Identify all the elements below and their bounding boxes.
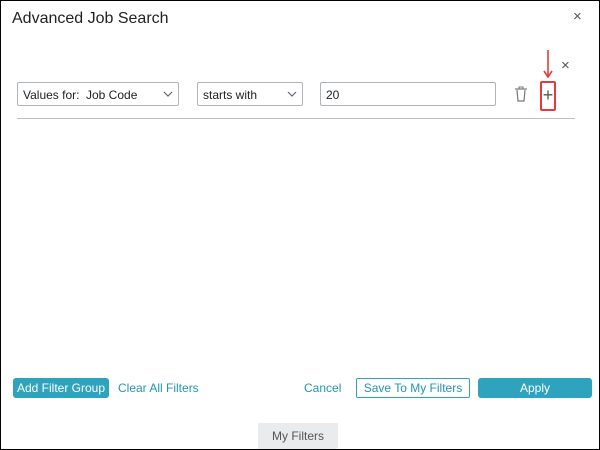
cancel-link[interactable]: Cancel [304, 381, 341, 395]
trash-icon[interactable] [514, 86, 528, 102]
add-filter-group-button[interactable]: Add Filter Group [13, 378, 109, 398]
values-for-label: Values for: [23, 88, 80, 102]
values-for-select[interactable]: Values for: Job Code [17, 82, 179, 106]
filter-value-text: 20 [326, 88, 340, 102]
chevron-down-icon [163, 91, 173, 97]
dialog-close-icon[interactable]: × [573, 8, 582, 26]
clear-all-filters-link[interactable]: Clear All Filters [118, 381, 199, 395]
plus-icon[interactable]: + [542, 85, 554, 105]
operator-selected: starts with [203, 88, 258, 102]
filter-row-divider [17, 118, 575, 119]
dialog-title: Advanced Job Search [12, 10, 169, 27]
arrow-down-icon [543, 50, 553, 79]
my-filters-tab[interactable]: My Filters [258, 423, 338, 449]
values-for-selected: Job Code [86, 88, 138, 102]
filter-value-input[interactable]: 20 [320, 82, 496, 106]
apply-button[interactable]: Apply [478, 378, 592, 398]
filter-row-close-icon[interactable]: × [561, 57, 570, 75]
advanced-job-search-dialog: Advanced Job Search × × Values for: Job … [0, 0, 600, 450]
operator-select[interactable]: starts with [197, 82, 303, 106]
save-to-my-filters-button[interactable]: Save To My Filters [356, 378, 470, 398]
chevron-down-icon [287, 91, 297, 97]
